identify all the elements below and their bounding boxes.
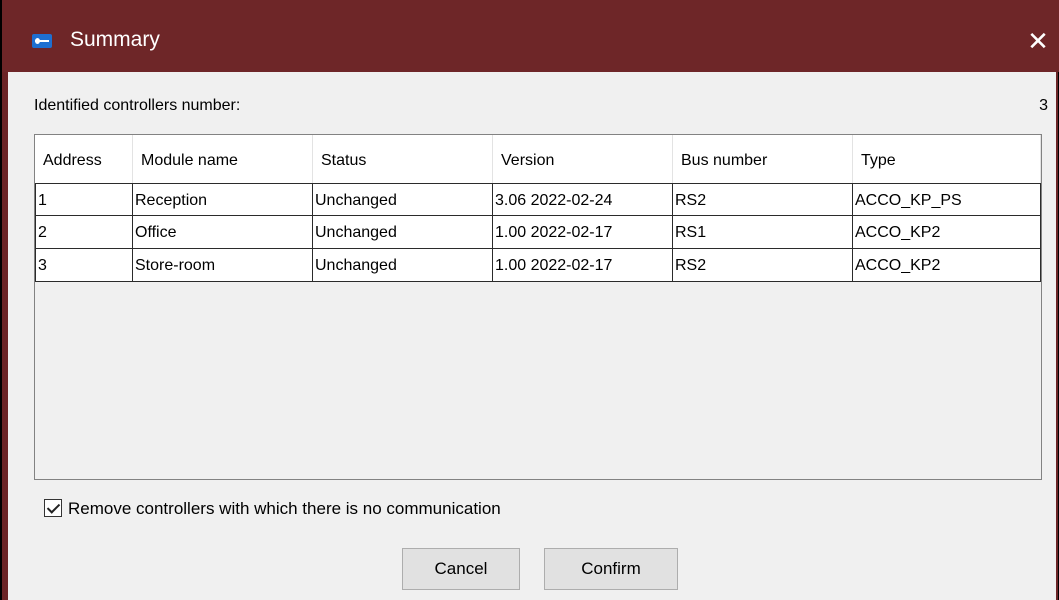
summary-dialog: Summary ✕ Identified controllers number:… xyxy=(2,0,1059,600)
app-icon xyxy=(32,34,52,48)
identified-controllers-label: Identified controllers number: xyxy=(34,97,241,114)
column-header-version[interactable]: Version xyxy=(493,135,673,183)
cell-type: ACCO_KP2 xyxy=(853,249,1041,282)
remove-controllers-checkbox[interactable] xyxy=(44,499,62,517)
cell-type: ACCO_KP_PS xyxy=(853,183,1041,216)
cell-status: Unchanged xyxy=(313,249,493,282)
confirm-button[interactable]: Confirm xyxy=(544,548,678,590)
cell-status: Unchanged xyxy=(313,216,493,249)
close-icon[interactable]: ✕ xyxy=(1020,24,1056,58)
cell-status: Unchanged xyxy=(313,183,493,216)
column-header-bus-number[interactable]: Bus number xyxy=(673,135,853,183)
cell-version: 1.00 2022-02-17 xyxy=(493,249,673,282)
column-header-type[interactable]: Type xyxy=(853,135,1041,183)
table-row[interactable]: 1 Reception Unchanged 3.06 2022-02-24 RS… xyxy=(35,183,1041,216)
column-header-address[interactable]: Address xyxy=(35,135,133,183)
cancel-button[interactable]: Cancel xyxy=(402,548,520,590)
cell-address: 1 xyxy=(35,183,133,216)
remove-controllers-label[interactable]: Remove controllers with which there is n… xyxy=(68,497,501,521)
cell-bus-number: RS2 xyxy=(673,183,853,216)
table-header: Address Module name Status Version Bus n… xyxy=(35,135,1041,183)
cell-type: ACCO_KP2 xyxy=(853,216,1041,249)
identified-controllers-count: 3 xyxy=(1039,97,1048,114)
cell-address: 2 xyxy=(35,216,133,249)
cell-module-name: Office xyxy=(133,216,313,249)
cell-module-name: Reception xyxy=(133,183,313,216)
cell-module-name: Store-room xyxy=(133,249,313,282)
title-bar: Summary ✕ xyxy=(2,0,1059,72)
dialog-title: Summary xyxy=(70,28,160,51)
column-header-status[interactable]: Status xyxy=(313,135,493,183)
cell-bus-number: RS2 xyxy=(673,249,853,282)
cell-version: 3.06 2022-02-24 xyxy=(493,183,673,216)
cell-bus-number: RS1 xyxy=(673,216,853,249)
cell-address: 3 xyxy=(35,249,133,282)
table-row[interactable]: 2 Office Unchanged 1.00 2022-02-17 RS1 A… xyxy=(35,216,1041,249)
table-row[interactable]: 3 Store-room Unchanged 1.00 2022-02-17 R… xyxy=(35,249,1041,282)
column-header-module-name[interactable]: Module name xyxy=(133,135,313,183)
cell-version: 1.00 2022-02-17 xyxy=(493,216,673,249)
controllers-table: Address Module name Status Version Bus n… xyxy=(34,134,1042,480)
